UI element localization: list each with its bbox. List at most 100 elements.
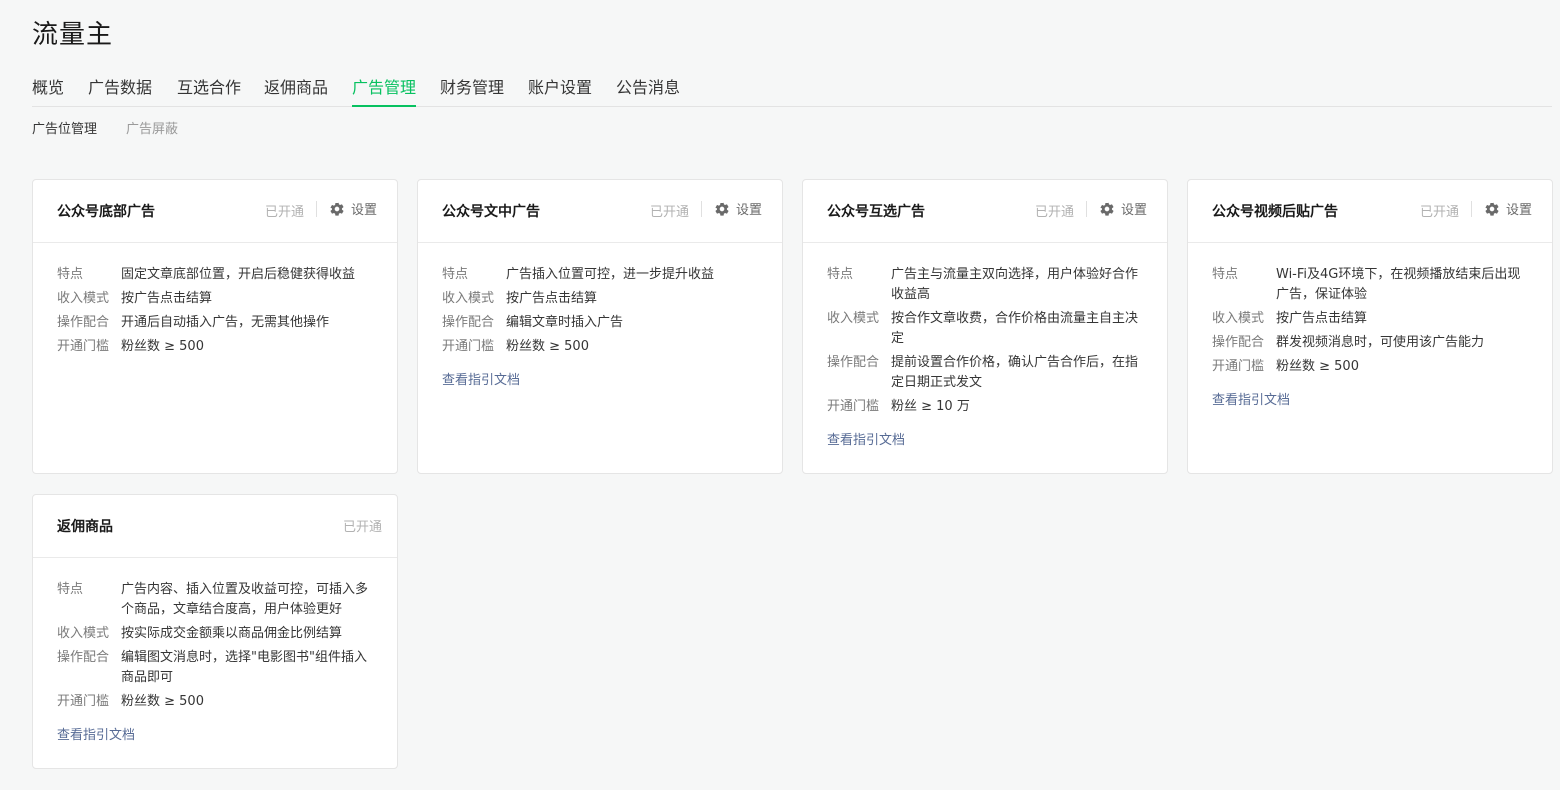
settings-button[interactable]: 设置	[1099, 199, 1147, 218]
settings-label: 设置	[736, 203, 763, 218]
ad-card-bottom: 公众号底部广告 已开通 设置 特点 固定文章底部位置，开启后稳健获得收益 收入模…	[32, 179, 398, 474]
threshold-row: 开通门槛 粉丝数 ≥ 500	[442, 337, 758, 357]
divider	[701, 201, 702, 217]
threshold-row: 开通门槛 粉丝数 ≥ 500	[57, 337, 373, 357]
feature-row: 特点 广告内容、插入位置及收益可控，可插入多个商品，文章结合度高，用户体验更好	[57, 580, 373, 620]
ad-card-rebate-goods: 返佣商品 已开通 特点 广告内容、插入位置及收益可控，可插入多个商品，文章结合度…	[32, 494, 398, 769]
settings-label: 设置	[351, 203, 378, 218]
card-title: 公众号视频后贴广告	[1212, 204, 1338, 220]
feature-label: 特点	[827, 267, 854, 282]
divider	[316, 201, 317, 217]
card-title: 公众号底部广告	[57, 204, 155, 220]
threshold-value: 粉丝数 ≥ 500	[121, 694, 204, 709]
subtab-ad-slot-management[interactable]: 广告位管理	[32, 118, 97, 137]
feature-label: 特点	[442, 267, 469, 282]
gear-icon	[330, 202, 344, 216]
card-body: 特点 固定文章底部位置，开启后稳健获得收益 收入模式 按广告点击结算 操作配合 …	[33, 243, 397, 357]
gear-icon	[1485, 202, 1499, 216]
feature-value: 广告主与流量主双向选择，用户体验好合作收益高	[891, 267, 1139, 302]
tab-ad-data[interactable]: 广告数据	[88, 74, 152, 107]
threshold-value: 粉丝数 ≥ 500	[506, 339, 589, 354]
income-label: 收入模式	[57, 291, 110, 306]
card-body: 特点 广告内容、插入位置及收益可控，可插入多个商品，文章结合度高，用户体验更好 …	[33, 558, 397, 743]
feature-value: 固定文章底部位置，开启后稳健获得收益	[121, 267, 356, 282]
income-label: 收入模式	[57, 626, 110, 641]
tab-ad-management[interactable]: 广告管理	[352, 74, 417, 107]
settings-button[interactable]: 设置	[1484, 199, 1532, 218]
threshold-row: 开通门槛 粉丝 ≥ 10 万	[827, 397, 1143, 417]
card-title: 返佣商品	[57, 519, 113, 535]
operation-row: 操作配合 群发视频消息时，可使用该广告能力	[1212, 333, 1528, 353]
threshold-value: 粉丝 ≥ 10 万	[891, 399, 970, 414]
card-body: 特点 广告主与流量主双向选择，用户体验好合作收益高 收入模式 按合作文章收费，合…	[803, 243, 1167, 448]
operation-row: 操作配合 开通后自动插入广告，无需其他操作	[57, 313, 373, 333]
income-value: 按实际成交金额乘以商品佣金比例结算	[121, 626, 343, 641]
tab-rebate-goods[interactable]: 返佣商品	[264, 74, 328, 107]
threshold-label: 开通门槛	[1212, 359, 1265, 374]
tab-finance[interactable]: 财务管理	[440, 74, 504, 107]
ad-card-mutual-select: 公众号互选广告 已开通 设置 特点 广告主与流量主双向选择，用户体验好合作收益高…	[802, 179, 1168, 474]
threshold-label: 开通门槛	[57, 339, 110, 354]
card-header: 公众号文中广告 已开通 设置	[418, 180, 782, 243]
income-row: 收入模式 按广告点击结算	[57, 289, 373, 309]
income-label: 收入模式	[442, 291, 495, 306]
status-badge: 已开通	[1035, 205, 1075, 220]
operation-value: 编辑文章时插入广告	[506, 315, 624, 330]
tab-overview[interactable]: 概览	[32, 74, 64, 107]
operation-label: 操作配合	[57, 315, 110, 330]
threshold-row: 开通门槛 粉丝数 ≥ 500	[57, 692, 373, 712]
feature-value: 广告内容、插入位置及收益可控，可插入多个商品，文章结合度高，用户体验更好	[121, 582, 369, 617]
operation-row: 操作配合 提前设置合作价格，确认广告合作后，在指定日期正式发文	[827, 353, 1143, 393]
card-header: 返佣商品 已开通	[33, 495, 397, 558]
feature-row: 特点 固定文章底部位置，开启后稳健获得收益	[57, 265, 373, 285]
operation-value: 编辑图文消息时，选择"电影图书"组件插入商品即可	[121, 650, 367, 685]
card-header: 公众号视频后贴广告 已开通 设置	[1188, 180, 1552, 243]
threshold-value: 粉丝数 ≥ 500	[1276, 359, 1359, 374]
operation-row: 操作配合 编辑图文消息时，选择"电影图书"组件插入商品即可	[57, 648, 373, 688]
guide-doc-link[interactable]: 查看指引文档	[57, 724, 135, 743]
card-body: 特点 广告插入位置可控，进一步提升收益 收入模式 按广告点击结算 操作配合 编辑…	[418, 243, 782, 388]
card-title: 公众号文中广告	[442, 204, 540, 220]
tab-mutual-select[interactable]: 互选合作	[177, 74, 241, 107]
income-row: 收入模式 按实际成交金额乘以商品佣金比例结算	[57, 624, 373, 644]
gear-icon	[715, 202, 729, 216]
threshold-label: 开通门槛	[57, 694, 110, 709]
guide-doc-link[interactable]: 查看指引文档	[442, 369, 520, 388]
tab-announcements[interactable]: 公告消息	[616, 74, 680, 107]
feature-label: 特点	[57, 267, 84, 282]
guide-doc-link[interactable]: 查看指引文档	[827, 429, 905, 448]
tab-account-settings[interactable]: 账户设置	[528, 74, 592, 107]
card-header: 公众号底部广告 已开通 设置	[33, 180, 397, 243]
settings-label: 设置	[1121, 203, 1148, 218]
subtab-ad-blocking[interactable]: 广告屏蔽	[126, 118, 178, 137]
feature-row: 特点 Wi-Fi及4G环境下，在视频播放结束后出现广告，保证体验	[1212, 265, 1528, 305]
threshold-value: 粉丝数 ≥ 500	[121, 339, 204, 354]
operation-value: 提前设置合作价格，确认广告合作后，在指定日期正式发文	[891, 355, 1139, 390]
status-badge: 已开通	[1420, 205, 1460, 220]
settings-label: 设置	[1506, 203, 1533, 218]
gear-icon	[1100, 202, 1114, 216]
settings-button[interactable]: 设置	[329, 199, 377, 218]
income-label: 收入模式	[827, 311, 880, 326]
ad-card-in-article: 公众号文中广告 已开通 设置 特点 广告插入位置可控，进一步提升收益 收入模式 …	[417, 179, 783, 474]
guide-doc-link[interactable]: 查看指引文档	[1212, 389, 1290, 408]
income-label: 收入模式	[1212, 311, 1265, 326]
operation-label: 操作配合	[1212, 335, 1265, 350]
divider	[1471, 201, 1472, 217]
feature-row: 特点 广告插入位置可控，进一步提升收益	[442, 265, 758, 285]
income-row: 收入模式 按广告点击结算	[442, 289, 758, 309]
operation-value: 群发视频消息时，可使用该广告能力	[1276, 335, 1485, 350]
operation-row: 操作配合 编辑文章时插入广告	[442, 313, 758, 333]
income-value: 按广告点击结算	[506, 291, 598, 306]
settings-button[interactable]: 设置	[714, 199, 762, 218]
card-body: 特点 Wi-Fi及4G环境下，在视频播放结束后出现广告，保证体验 收入模式 按广…	[1188, 243, 1552, 408]
status-badge: 已开通	[343, 520, 383, 535]
operation-label: 操作配合	[827, 355, 880, 370]
status-badge: 已开通	[265, 205, 305, 220]
status-badge: 已开通	[650, 205, 690, 220]
threshold-label: 开通门槛	[442, 339, 495, 354]
feature-value: Wi-Fi及4G环境下，在视频播放结束后出现广告，保证体验	[1276, 267, 1521, 302]
page-title: 流量主	[32, 20, 114, 50]
income-value: 按广告点击结算	[1276, 311, 1368, 326]
operation-value: 开通后自动插入广告，无需其他操作	[121, 315, 330, 330]
